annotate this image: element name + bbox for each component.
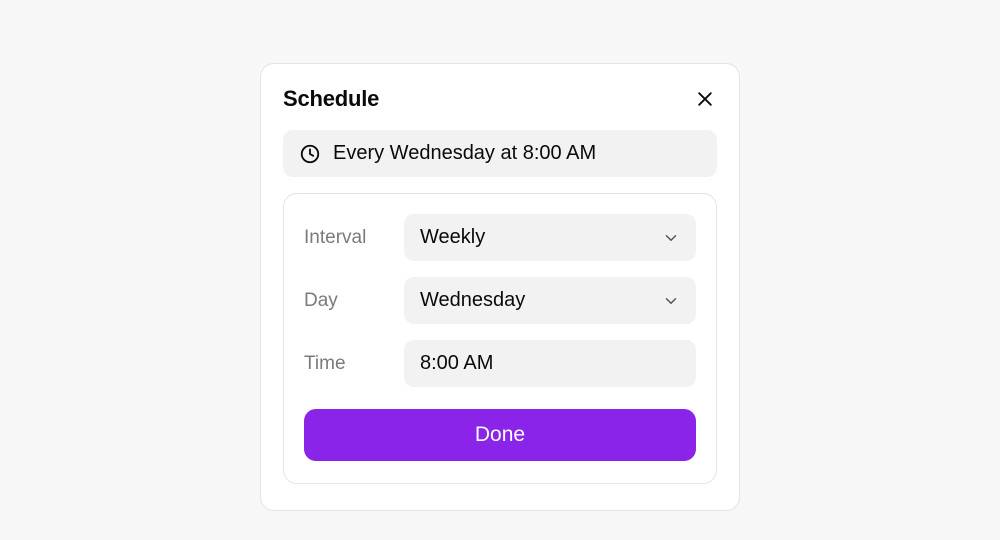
interval-value: Weekly <box>420 226 485 249</box>
interval-select[interactable]: Weekly <box>404 214 696 261</box>
chevron-down-icon <box>662 229 680 247</box>
done-button[interactable]: Done <box>304 409 696 461</box>
schedule-modal: Schedule Every Wednesday at 8:00 AM Inte… <box>260 63 740 511</box>
clock-icon <box>299 143 321 165</box>
day-select[interactable]: Wednesday <box>404 277 696 324</box>
interval-row: Interval Weekly <box>304 214 696 261</box>
day-row: Day Wednesday <box>304 277 696 324</box>
chevron-down-icon <box>662 292 680 310</box>
modal-title: Schedule <box>283 86 379 112</box>
schedule-form-panel: Interval Weekly Day Wednesday Time 8:00 … <box>283 193 717 484</box>
interval-label: Interval <box>304 227 404 249</box>
day-value: Wednesday <box>420 289 525 312</box>
time-input[interactable]: 8:00 AM <box>404 340 696 387</box>
schedule-summary: Every Wednesday at 8:00 AM <box>283 130 717 177</box>
time-value: 8:00 AM <box>420 352 493 374</box>
summary-text: Every Wednesday at 8:00 AM <box>333 142 596 165</box>
close-icon <box>695 89 715 109</box>
modal-header: Schedule <box>283 86 717 112</box>
day-label: Day <box>304 290 404 312</box>
close-button[interactable] <box>693 87 717 111</box>
time-row: Time 8:00 AM <box>304 340 696 387</box>
time-label: Time <box>304 353 404 375</box>
